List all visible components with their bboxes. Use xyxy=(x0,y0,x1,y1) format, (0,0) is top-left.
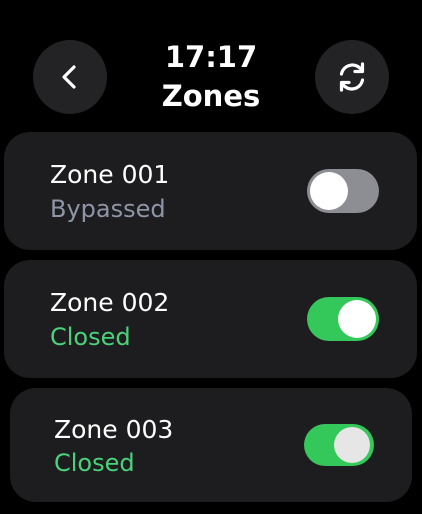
page-title: Zones xyxy=(161,79,261,113)
zones-screen: 17:17 Zones Zone 001 Bypassed Zone 002 C… xyxy=(0,0,422,514)
toggle-knob xyxy=(310,172,348,210)
zone-name: Zone 003 xyxy=(54,415,174,444)
refresh-icon xyxy=(339,62,365,92)
zone-toggle[interactable] xyxy=(307,297,379,341)
zone-toggle[interactable] xyxy=(304,424,374,466)
zone-name: Zone 001 xyxy=(50,160,170,189)
back-button[interactable] xyxy=(33,40,107,114)
chevron-left-icon xyxy=(62,65,76,89)
zone-status: Bypassed xyxy=(50,195,166,223)
zone-card-003[interactable]: Zone 003 Closed xyxy=(10,388,412,502)
toggle-knob xyxy=(334,427,370,463)
zone-status: Closed xyxy=(50,323,131,351)
zone-status: Closed xyxy=(54,449,135,477)
zone-name: Zone 002 xyxy=(50,288,170,317)
header: 17:17 Zones xyxy=(111,38,311,116)
clock-time: 17:17 xyxy=(164,40,258,74)
zone-toggle[interactable] xyxy=(307,169,379,213)
zone-card-001[interactable]: Zone 001 Bypassed xyxy=(4,132,417,250)
toggle-knob xyxy=(338,300,376,338)
refresh-button[interactable] xyxy=(315,40,389,114)
zone-card-002[interactable]: Zone 002 Closed xyxy=(4,260,417,378)
